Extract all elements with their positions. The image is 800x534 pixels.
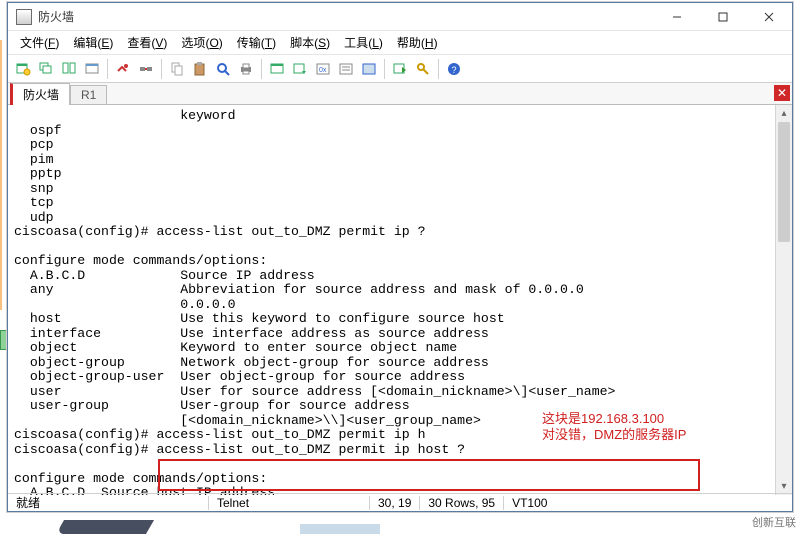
transfer-icon[interactable] — [389, 58, 411, 80]
find-icon[interactable] — [212, 58, 234, 80]
status-emulation: VT100 — [504, 496, 555, 510]
scroll-thumb[interactable] — [778, 122, 790, 242]
mru-icon[interactable] — [289, 58, 311, 80]
scroll-track[interactable] — [776, 122, 792, 478]
tab-close-button[interactable]: ✕ — [774, 85, 790, 101]
menu-tool[interactable]: 工具(L) — [338, 32, 389, 53]
menu-file[interactable]: 文件(F) — [14, 32, 65, 53]
menu-script[interactable]: 脚本(S) — [284, 32, 336, 53]
menu-option[interactable]: 选项(O) — [175, 32, 228, 53]
key-icon[interactable] — [412, 58, 434, 80]
titlebar: 防火墙 — [8, 3, 792, 31]
tab-firewall[interactable]: 防火墙 — [10, 83, 70, 105]
app-window: 防火墙 文件(F) 编辑(E) 查看(V) 选项(O) 传输(T) 脚本(S) … — [7, 2, 793, 512]
session-tabs: 防火墙 R1 ✕ — [8, 83, 792, 105]
menu-edit[interactable]: 编辑(E) — [67, 32, 119, 53]
window-title: 防火墙 — [38, 8, 74, 25]
status-protocol: Telnet — [209, 496, 369, 510]
tile-icon[interactable] — [58, 58, 80, 80]
status-bar: 就绪 Telnet 30, 19 30 Rows, 95 VT100 — [8, 493, 792, 511]
annotation-text: 这块是192.168.3.100 对没错，DMZ的服务器IP — [542, 411, 686, 443]
new-session-icon[interactable] — [12, 58, 34, 80]
menu-trans[interactable]: 传输(T) — [231, 32, 282, 53]
full-screen-icon[interactable] — [358, 58, 380, 80]
vertical-scrollbar[interactable]: ▴ ▾ — [775, 105, 792, 495]
maximize-button[interactable] — [700, 3, 746, 31]
print-icon[interactable] — [235, 58, 257, 80]
menu-view[interactable]: 查看(V) — [121, 32, 173, 53]
scroll-up-icon[interactable]: ▴ — [776, 105, 792, 122]
options-icon[interactable] — [335, 58, 357, 80]
status-cursor: 30, 19 — [370, 496, 419, 510]
paste-icon[interactable] — [189, 58, 211, 80]
svg-text:0x: 0x — [319, 67, 327, 74]
svg-text:?: ? — [452, 65, 457, 75]
status-ready: 就绪 — [8, 494, 208, 511]
cascade-icon[interactable] — [35, 58, 57, 80]
session-mgr-icon[interactable] — [81, 58, 103, 80]
toolbar: 0x ? — [8, 55, 792, 83]
menubar: 文件(F) 编辑(E) 查看(V) 选项(O) 传输(T) 脚本(S) 工具(L… — [8, 31, 792, 55]
close-button[interactable] — [746, 3, 792, 31]
reconnect-icon[interactable] — [112, 58, 134, 80]
help-icon[interactable]: ? — [443, 58, 465, 80]
tab-r1[interactable]: R1 — [70, 85, 107, 104]
new-term-icon[interactable] — [266, 58, 288, 80]
minimize-button[interactable] — [654, 3, 700, 31]
hex-icon[interactable]: 0x — [312, 58, 334, 80]
status-size: 30 Rows, 95 — [420, 496, 503, 510]
copy-icon[interactable] — [166, 58, 188, 80]
menu-help[interactable]: 帮助(H) — [391, 32, 444, 53]
disconnect-icon[interactable] — [135, 58, 157, 80]
app-icon — [16, 9, 32, 25]
